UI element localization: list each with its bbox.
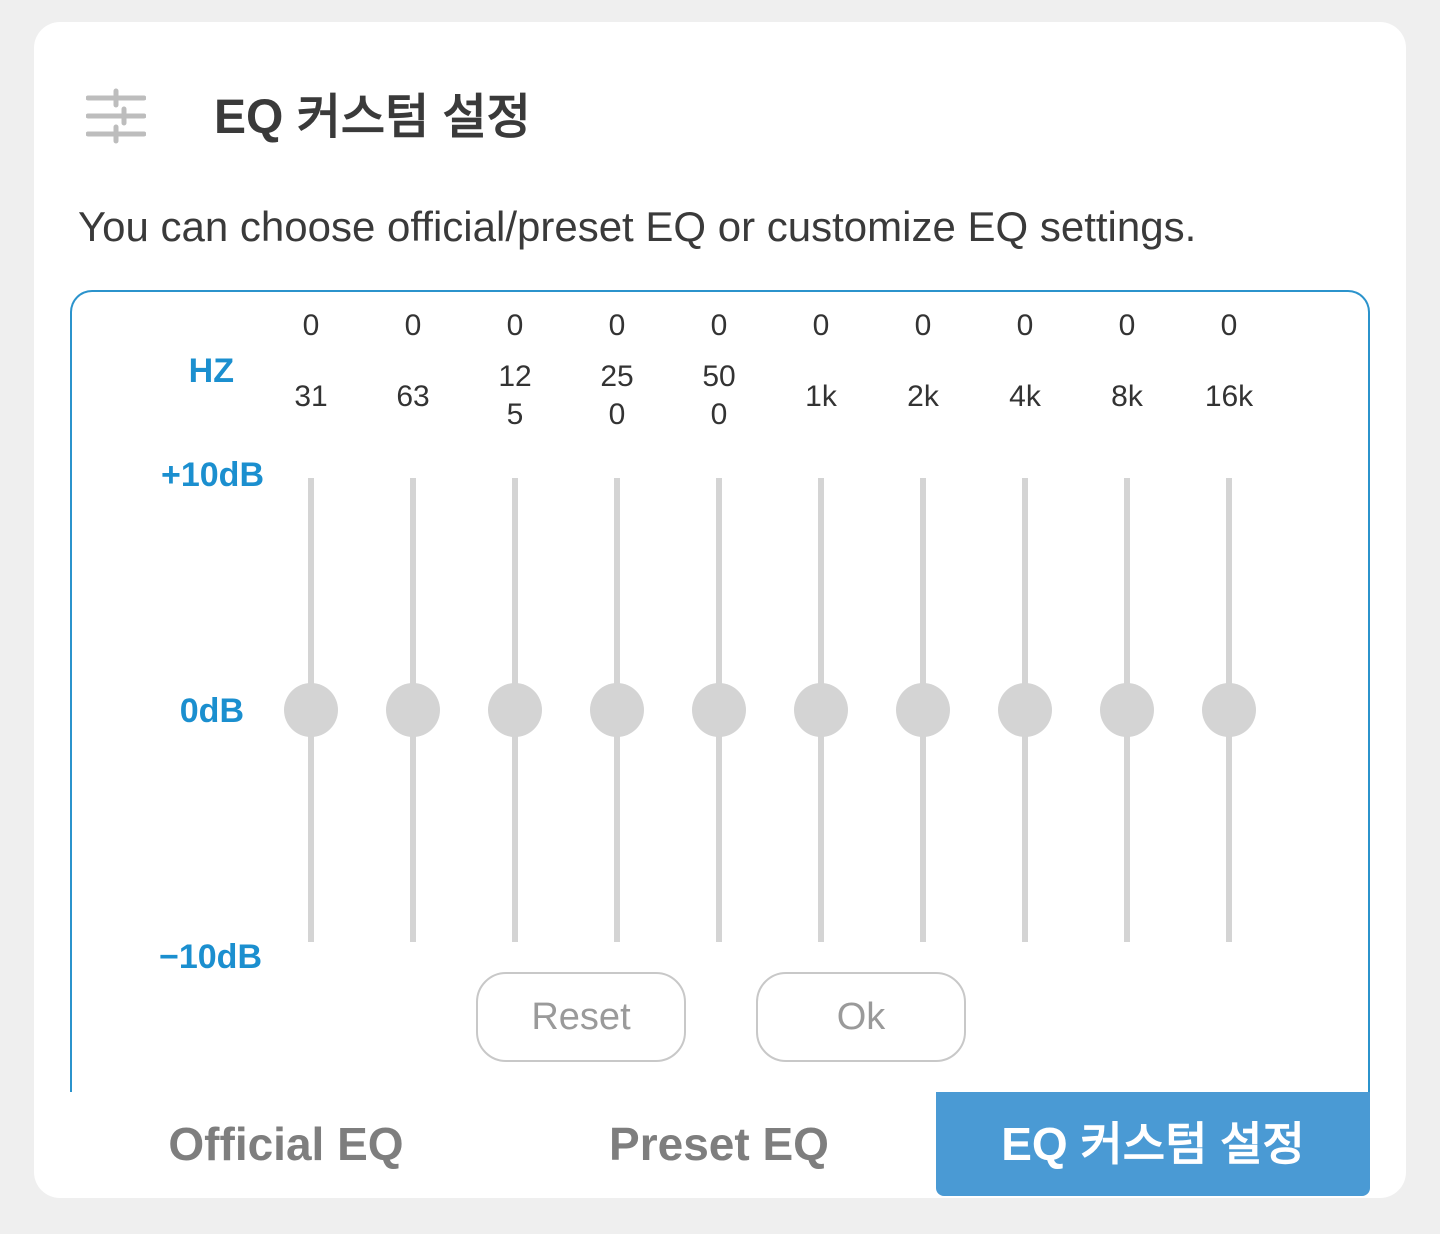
band-frequency-label: 12 5 xyxy=(475,358,555,434)
band-frequency-line1: 63 xyxy=(396,380,430,413)
band-frequency-label: 16k xyxy=(1189,378,1269,416)
db-min-label: −10dB xyxy=(159,938,262,976)
band-slider-knob[interactable] xyxy=(590,683,644,737)
reset-button[interactable]: Reset xyxy=(476,972,686,1062)
band-frequency-line1: 31 xyxy=(294,380,328,413)
band-frequency-line1: 1k xyxy=(805,380,837,413)
band-frequency-label: 8k xyxy=(1087,378,1167,416)
band-gain-value: 0 xyxy=(1220,309,1238,342)
band-gain-value: 0 xyxy=(812,309,830,342)
tab-official-eq[interactable]: Official EQ xyxy=(72,1092,500,1196)
ok-button[interactable]: Ok xyxy=(756,972,966,1062)
sliders-icon xyxy=(85,86,147,146)
description-text: You can choose official/preset EQ or cus… xyxy=(78,203,1197,250)
db-max-label: +10dB xyxy=(161,456,264,494)
band-gain-value: 0 xyxy=(608,309,626,342)
band-slider-knob[interactable] xyxy=(488,683,542,737)
band-slider-knob[interactable] xyxy=(1100,683,1154,737)
band-frequency-line1: 8k xyxy=(1111,380,1143,413)
band-gain-value: 0 xyxy=(1118,309,1136,342)
band-gain-value: 0 xyxy=(1016,309,1034,342)
hz-label: HZ xyxy=(188,352,234,390)
band-frequency-label: 31 xyxy=(271,378,351,416)
band-slider-knob[interactable] xyxy=(1202,683,1256,737)
page-title: EQ 커스텀 설정 xyxy=(214,91,531,144)
band-frequency-line1: 16k xyxy=(1204,380,1254,413)
band-slider-knob[interactable] xyxy=(692,683,746,737)
band-frequency-line1: 50 xyxy=(702,360,736,393)
band-frequency-label: 50 0 xyxy=(679,358,759,434)
band-frequency-line1: 25 xyxy=(600,360,634,393)
band-frequency-label: 25 0 xyxy=(577,358,657,434)
band-slider-knob[interactable] xyxy=(284,683,338,737)
db-mid-label: 0dB xyxy=(179,692,244,730)
band-gain-value: 0 xyxy=(302,309,320,342)
band-frequency-label: 1k xyxy=(781,378,861,416)
band-frequency-label: 2k xyxy=(883,378,963,416)
tab-preset-eq[interactable]: Preset EQ xyxy=(504,1092,934,1196)
band-frequency-line1: 4k xyxy=(1009,380,1041,413)
band-frequency-line2: 5 xyxy=(506,398,524,431)
band-frequency-line1: 2k xyxy=(907,380,939,413)
band-frequency-line2: 0 xyxy=(710,398,728,431)
band-gain-value: 0 xyxy=(710,309,728,342)
band-gain-value: 0 xyxy=(914,309,932,342)
band-slider-knob[interactable] xyxy=(998,683,1052,737)
band-frequency-line1: 12 xyxy=(498,360,532,393)
band-slider-knob[interactable] xyxy=(386,683,440,737)
band-gain-value: 0 xyxy=(404,309,422,342)
band-slider-knob[interactable] xyxy=(896,683,950,737)
band-gain-value: 0 xyxy=(506,309,524,342)
band-slider-knob[interactable] xyxy=(794,683,848,737)
band-frequency-line2: 0 xyxy=(608,398,626,431)
band-frequency-label: 4k xyxy=(985,378,1065,416)
band-frequency-label: 63 xyxy=(373,378,453,416)
tab-eq-custom[interactable]: EQ 커스텀 설정 xyxy=(936,1092,1370,1196)
